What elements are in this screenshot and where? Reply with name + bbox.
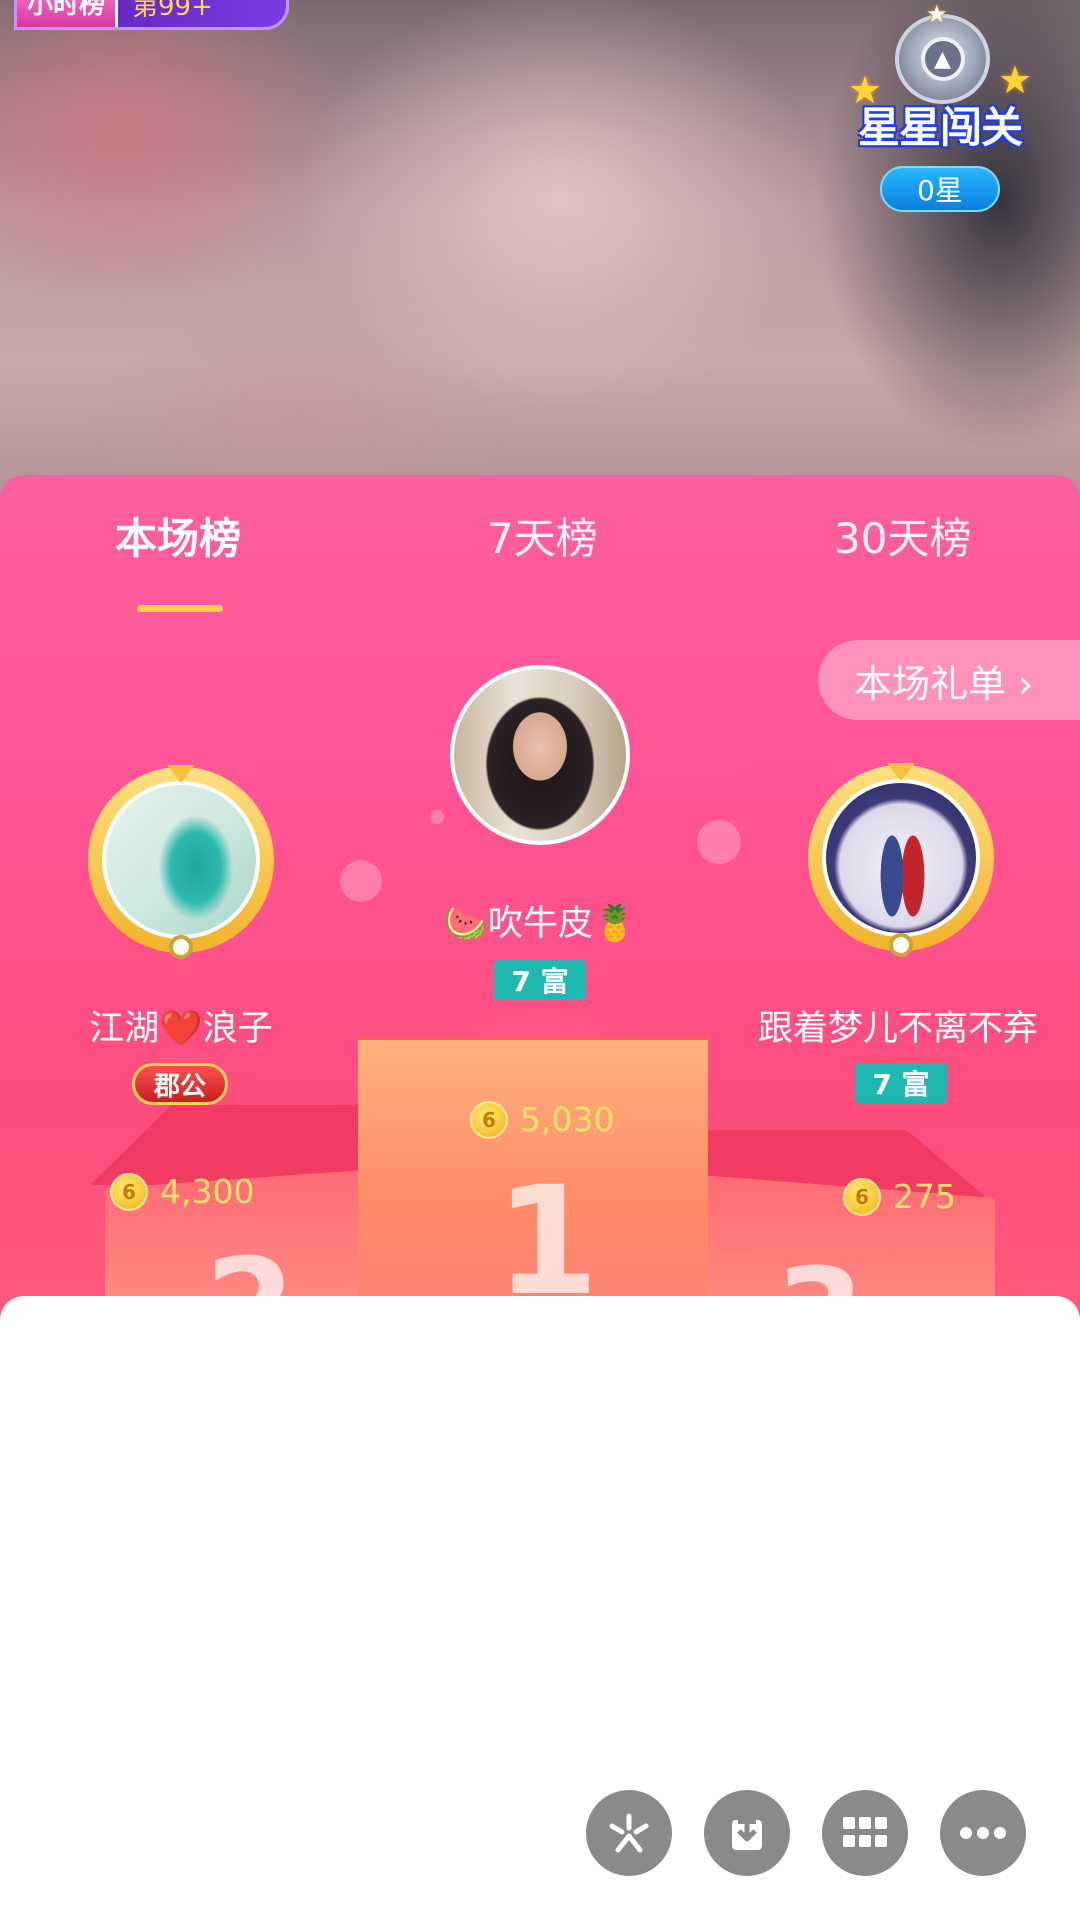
- second-place-title-badge: 郡公: [132, 1063, 228, 1105]
- more-button[interactable]: [940, 1790, 1026, 1876]
- bottom-sheet: [0, 1296, 1080, 1920]
- apps-button[interactable]: [822, 1790, 908, 1876]
- grid-icon: [843, 1817, 887, 1847]
- hour-rank-tag: 小时榜: [17, 0, 119, 27]
- more-icon: [960, 1827, 1006, 1839]
- leaderboard-panel: 本场榜 7天榜 30天榜 本场礼单 › 1 2 3 🍉吹牛皮🍍 7 富 6 5,…: [0, 475, 1080, 1355]
- bubble-decoration: [697, 820, 741, 864]
- download-icon: [732, 1814, 762, 1850]
- first-place-avatar[interactable]: [450, 665, 630, 845]
- coin-icon: 6: [470, 1100, 508, 1139]
- tab-7-days[interactable]: 7天榜: [487, 505, 598, 566]
- third-place-level-badge: 7 富: [855, 1063, 947, 1103]
- star-challenge-title: 星星闯关: [857, 103, 1023, 152]
- second-place-coins: 6 4,300: [110, 1172, 254, 1211]
- tab-30-days[interactable]: 30天榜: [834, 505, 971, 566]
- star-challenge-widget[interactable]: ▲ ★ ★ ★ 星星闯关 0星: [840, 0, 1040, 216]
- coin-icon: 6: [110, 1172, 148, 1211]
- star-icon: ★: [926, 0, 948, 28]
- leaderboard-tabs: 本场榜 7天榜 30天榜: [0, 505, 1080, 612]
- bubble-decoration: [340, 860, 382, 902]
- first-place-name: 🍉吹牛皮🍍: [444, 904, 637, 944]
- gift-list-button[interactable]: 本场礼单 ›: [818, 640, 1080, 720]
- hour-rank-value: 第99+: [132, 0, 213, 22]
- sparkle-button[interactable]: [586, 1790, 672, 1876]
- first-place-level-badge: 7 富: [494, 960, 586, 1000]
- bubble-decoration: [430, 810, 444, 824]
- third-place-name: 跟着梦儿不离不弃: [757, 1009, 1038, 1049]
- third-place-coins: 6 275: [843, 1177, 956, 1216]
- download-button[interactable]: [704, 1790, 790, 1876]
- hour-rank-badge[interactable]: 小时榜 第99+: [14, 0, 289, 30]
- star-count: 0星: [880, 166, 1000, 212]
- first-place-coins: 6 5,030: [470, 1100, 614, 1139]
- first-place-coin-value: 5,030: [520, 1100, 615, 1139]
- second-place-avatar[interactable]: [88, 765, 274, 959]
- second-place-name: 江湖❤️浪子: [89, 1009, 273, 1049]
- third-place-coin-value: 275: [893, 1177, 956, 1216]
- third-place-avatar[interactable]: [808, 763, 994, 957]
- coin-icon: 6: [843, 1177, 881, 1216]
- active-tab-indicator: [137, 605, 223, 612]
- second-place-coin-value: 4,300: [160, 1172, 255, 1211]
- sparkle-icon: [609, 1813, 649, 1853]
- tab-current-session[interactable]: 本场榜: [115, 505, 241, 566]
